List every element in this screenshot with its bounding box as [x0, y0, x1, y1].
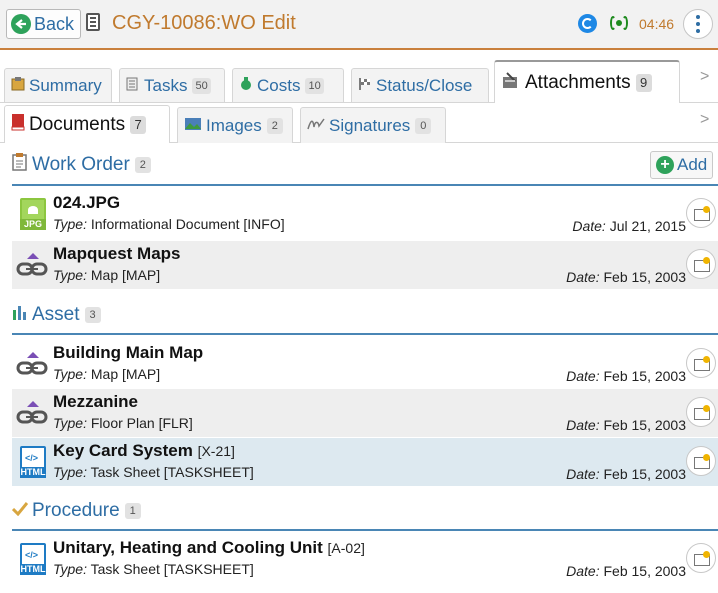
attachment-date: Date: Feb 15, 2003 — [566, 368, 686, 384]
tab-status-close[interactable]: Status/Close — [351, 68, 489, 102]
subtab-signatures-count: 0 — [415, 117, 432, 134]
subtab-documents-label: Documents — [29, 113, 126, 135]
subtab-documents[interactable]: Documents 7 — [4, 105, 170, 143]
attachment-row[interactable]: Mezzanine Type: Floor Plan [FLR] Date: F… — [12, 389, 718, 437]
attachment-date: Date: Jul 21, 2015 — [572, 218, 686, 234]
tabs-scroll-right-arrow[interactable]: > — [700, 68, 709, 86]
costs-icon — [239, 76, 253, 96]
signature-icon — [307, 116, 325, 136]
header-bar: Back CGY-10086:WO Edit 04:46 — [0, 0, 718, 50]
section-work-order-count: 2 — [134, 157, 151, 173]
attachments-icon — [501, 71, 521, 95]
subtab-images-count: 2 — [266, 117, 283, 134]
work-order-section-icon — [12, 153, 28, 177]
attachment-type: Type: Floor Plan [FLR] — [53, 415, 193, 431]
attachment-row[interactable]: Building Main Map Type: Map [MAP] Date: … — [12, 340, 718, 388]
section-asset-count: 3 — [84, 307, 101, 323]
subtab-signatures[interactable]: Signatures 0 — [300, 107, 446, 143]
attachment-row[interactable]: Mapquest Maps Type: Map [MAP] Date: Feb … — [12, 241, 718, 289]
subtab-signatures-label: Signatures — [329, 115, 411, 135]
tab-summary-label: Summary — [29, 75, 102, 95]
attachment-name: Building Main Map — [53, 343, 204, 362]
attachment-name: Unitary, Heating and Cooling Unit [A-02] — [53, 538, 365, 557]
attachment-date: Date: Feb 15, 2003 — [566, 563, 686, 579]
subtabs-scroll-right-arrow[interactable]: > — [700, 111, 709, 129]
link-icon — [16, 247, 48, 283]
attachment-action-button[interactable] — [686, 348, 716, 378]
back-arrow-icon — [11, 14, 31, 34]
main-tab-bar: Summary Tasks 50 Costs 10 Status/Close A… — [0, 58, 718, 103]
tab-costs-count: 10 — [305, 77, 324, 94]
attachment-action-button[interactable] — [686, 543, 716, 573]
attachment-type: Type: Informational Document [INFO] — [53, 216, 285, 232]
jpg-file-icon: JPG — [16, 196, 46, 232]
attachment-row[interactable]: JPG 024.JPG Type: Informational Document… — [12, 190, 718, 238]
section-procedure-header: Procedure 1 — [11, 500, 141, 522]
attachment-date: Date: Feb 15, 2003 — [566, 417, 686, 433]
clipboard-icon — [11, 76, 25, 96]
attachment-type: Type: Map [MAP] — [53, 267, 161, 283]
section-procedure-count: 1 — [124, 503, 141, 519]
page-title: CGY-10086:WO Edit — [112, 12, 296, 34]
html-file-icon: </> HTML — [16, 444, 46, 480]
more-menu-button[interactable] — [683, 9, 713, 39]
attachment-row[interactable]: </> HTML Key Card System [X-21] Type: Tas… — [12, 438, 718, 486]
document-tab-bar: Documents 7 Images 2 Signatures 0 > — [0, 103, 718, 143]
section-divider — [12, 333, 718, 335]
back-label: Back — [34, 13, 75, 34]
tab-attachments-label: Attachments — [525, 71, 631, 93]
html-file-icon: </> HTML — [16, 541, 46, 577]
section-work-order-header: Work Order 2 — [12, 153, 151, 177]
tasks-icon — [126, 76, 140, 96]
clock-time: 04:46 — [639, 16, 675, 32]
tab-costs-label: Costs — [257, 75, 301, 95]
images-icon — [184, 116, 202, 136]
procedure-section-icon — [11, 500, 29, 522]
tab-attachments[interactable]: Attachments 9 — [494, 60, 680, 103]
subtab-documents-count: 7 — [130, 115, 147, 134]
section-procedure-title: Procedure — [32, 500, 120, 521]
tab-status-close-label: Status/Close — [376, 75, 473, 95]
attachment-row[interactable]: </> HTML Unitary, Heating and Cooling Uni… — [12, 535, 718, 583]
asset-section-icon — [12, 304, 28, 326]
attachment-action-button[interactable] — [686, 397, 716, 427]
tab-summary[interactable]: Summary — [4, 68, 112, 102]
attachment-type: Type: Task Sheet [TASKSHEET] — [53, 561, 254, 577]
subtab-images-label: Images — [206, 115, 262, 135]
add-label: Add — [677, 155, 708, 174]
section-work-order-title: Work Order — [32, 154, 130, 175]
work-order-icon — [86, 13, 100, 31]
section-divider — [12, 184, 718, 186]
tab-tasks[interactable]: Tasks 50 — [119, 68, 225, 102]
tab-tasks-label: Tasks — [144, 75, 188, 95]
link-icon — [16, 346, 48, 382]
section-divider — [12, 529, 718, 531]
subtab-images[interactable]: Images 2 — [177, 107, 293, 143]
tab-costs[interactable]: Costs 10 — [232, 68, 344, 102]
add-attachment-button[interactable]: + Add — [650, 151, 714, 179]
connection-signal-icon — [608, 14, 630, 32]
section-asset-title: Asset — [32, 304, 80, 325]
attachment-type: Type: Map [MAP] — [53, 366, 161, 382]
attachment-name: Mapquest Maps — [53, 244, 181, 263]
sync-icon[interactable] — [578, 14, 597, 33]
link-icon — [16, 395, 48, 431]
attachment-type: Type: Task Sheet [TASKSHEET] — [53, 464, 254, 480]
attachment-action-button[interactable] — [686, 198, 716, 228]
back-button[interactable]: Back — [6, 9, 82, 39]
attachment-date: Date: Feb 15, 2003 — [566, 269, 686, 285]
attachment-date: Date: Feb 15, 2003 — [566, 466, 686, 482]
tab-attachments-count: 9 — [635, 73, 652, 92]
attachment-name: 024.JPG — [53, 193, 121, 212]
attachment-action-button[interactable] — [686, 446, 716, 476]
section-asset-header: Asset 3 — [12, 304, 101, 326]
book-icon — [11, 113, 25, 137]
flag-icon — [358, 76, 372, 96]
tab-tasks-count: 50 — [192, 77, 211, 94]
attachment-name: Key Card System [X-21] — [53, 441, 235, 460]
attachment-action-button[interactable] — [686, 249, 716, 279]
plus-icon: + — [656, 156, 674, 174]
attachment-name: Mezzanine — [53, 392, 139, 411]
